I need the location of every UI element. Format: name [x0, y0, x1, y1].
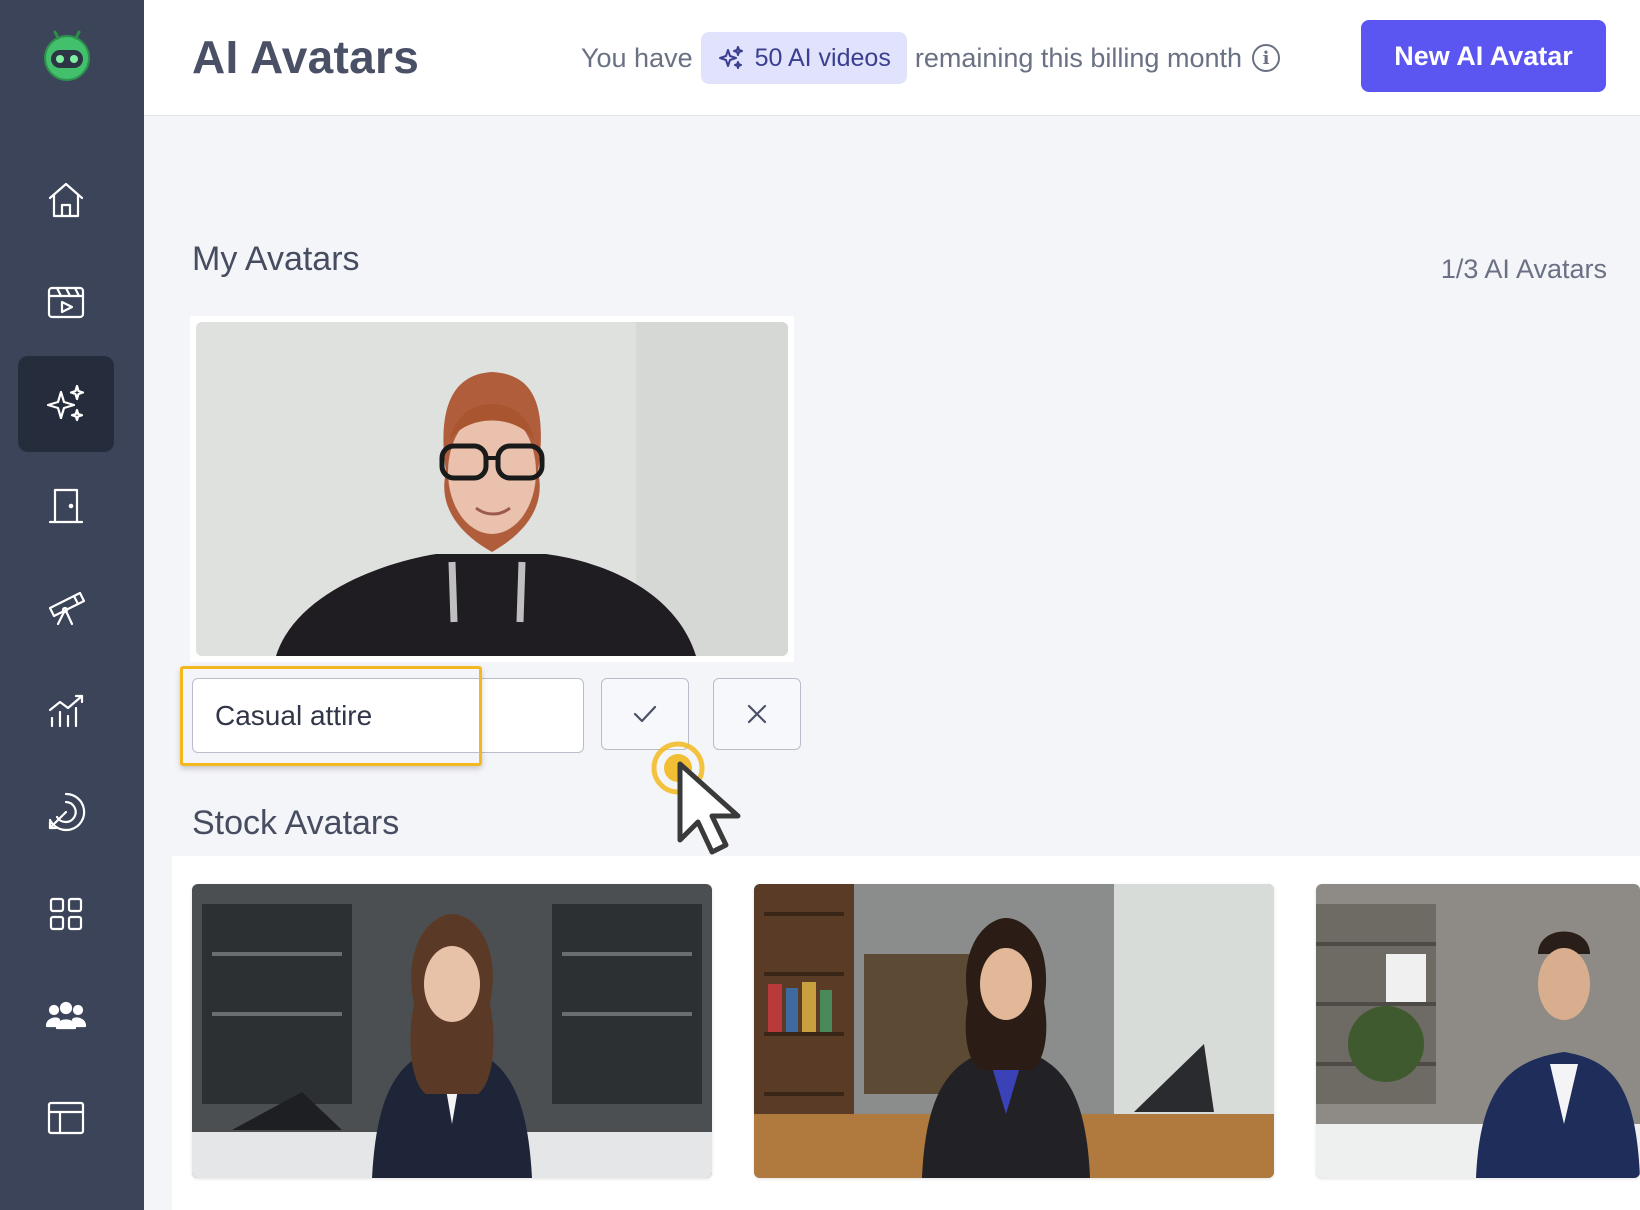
- sidebar-item-videos[interactable]: [18, 254, 114, 350]
- quota-badge-label: 50 AI videos: [754, 43, 891, 72]
- sidebar-item-goals[interactable]: [18, 764, 114, 860]
- cancel-name-button[interactable]: [713, 678, 801, 750]
- stock-avatars-title: Stock Avatars: [192, 804, 400, 842]
- avatar-thumbnail: [196, 322, 788, 656]
- app-logo[interactable]: [40, 28, 94, 82]
- page-title: AI Avatars: [192, 31, 420, 83]
- quota-suffix: remaining this billing month: [914, 42, 1242, 73]
- sparkles-icon: [46, 384, 85, 422]
- stock-avatar-card[interactable]: [1316, 884, 1640, 1178]
- confirm-name-button[interactable]: [601, 678, 689, 750]
- layout-icon: [47, 1101, 85, 1135]
- door-icon: [48, 488, 84, 524]
- sidebar-item-ai-avatars[interactable]: [18, 356, 114, 452]
- check-icon: [633, 705, 657, 723]
- close-icon: [747, 704, 767, 724]
- sidebar-item-home[interactable]: [18, 152, 114, 248]
- stock-avatar-card[interactable]: [192, 884, 712, 1178]
- apps-grid-icon: [49, 897, 83, 931]
- avatar-name-input[interactable]: [192, 678, 584, 753]
- my-avatar-card[interactable]: [190, 316, 794, 662]
- stock-avatar-card[interactable]: [754, 884, 1274, 1178]
- sidebar-item-apps[interactable]: [18, 866, 114, 962]
- sidebar-item-rooms[interactable]: [18, 458, 114, 554]
- sidebar-item-team[interactable]: [18, 968, 114, 1064]
- sidebar-item-templates[interactable]: [18, 1070, 114, 1166]
- target-icon: [48, 792, 86, 832]
- my-avatars-title: My Avatars: [192, 240, 360, 278]
- page-header: AI Avatars You have 50 AI videos remaini…: [144, 0, 1640, 116]
- team-icon: [45, 1001, 87, 1030]
- sidebar-item-discover[interactable]: [18, 560, 114, 656]
- telescope-icon: [48, 591, 86, 626]
- home-icon: [48, 182, 84, 218]
- sidebar: [0, 0, 144, 1210]
- quota-badge: 50 AI videos: [700, 32, 907, 84]
- info-icon[interactable]: i: [1252, 44, 1280, 72]
- avatar-count: 1/3 AI Avatars: [1440, 254, 1607, 284]
- new-ai-avatar-button[interactable]: New AI Avatar: [1361, 20, 1606, 92]
- video-quota: You have 50 AI videos remaining this bil…: [581, 32, 1280, 84]
- quota-prefix: You have: [580, 42, 693, 73]
- sparkles-icon: [718, 46, 743, 69]
- mouse-cursor: [650, 740, 760, 860]
- analytics-icon: [48, 694, 84, 728]
- video-library-icon: [47, 286, 85, 319]
- sidebar-item-analytics[interactable]: [18, 662, 114, 758]
